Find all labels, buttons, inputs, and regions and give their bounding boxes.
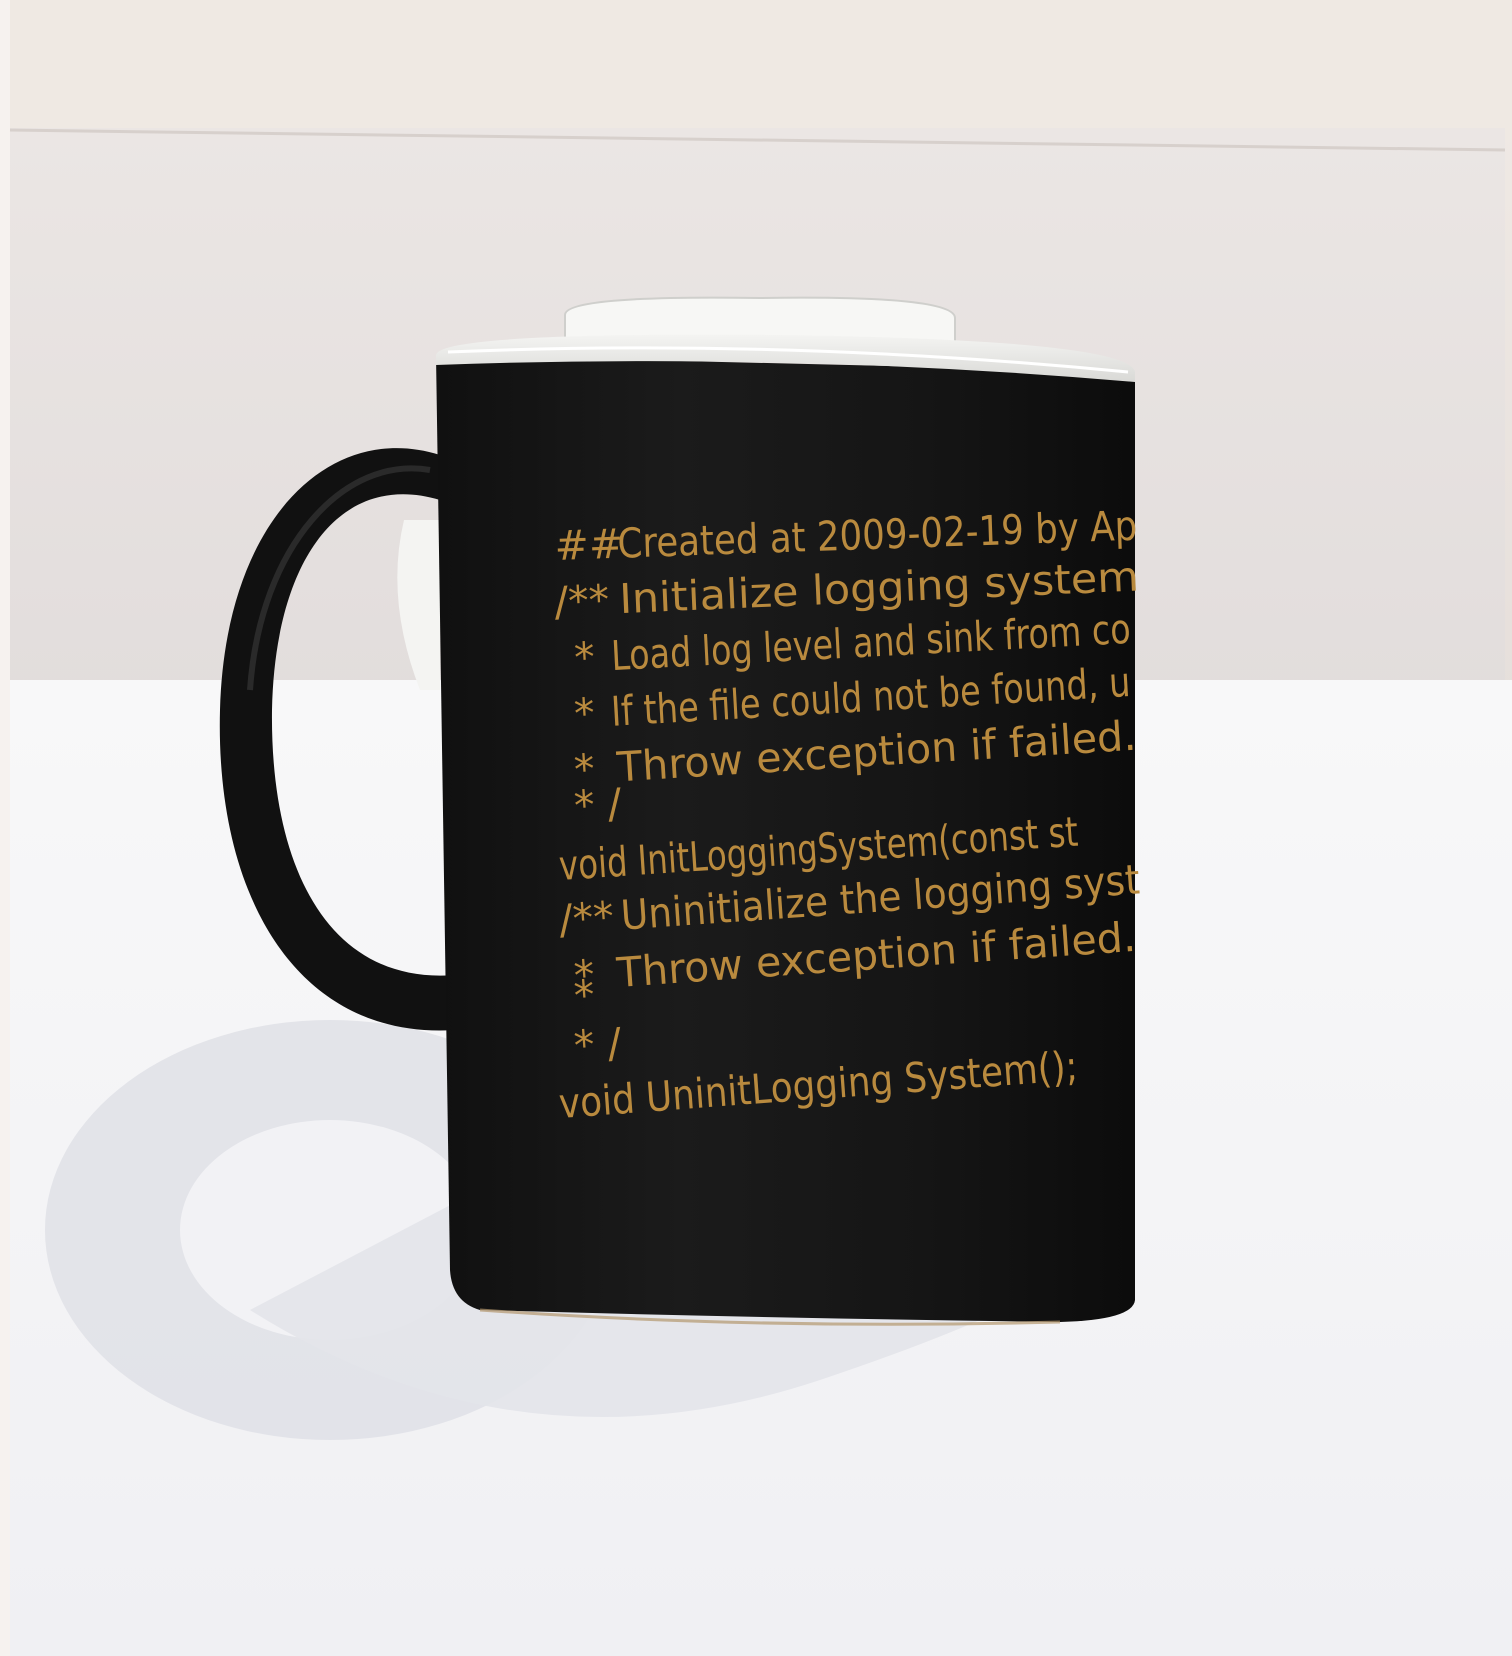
code-line: * / [573,779,623,830]
code-line: * / [572,1019,623,1070]
left-edge [0,0,10,1656]
code-gutter: * / [573,779,623,830]
code-gutter: * [573,689,596,738]
mug-photo: ##Created at 2009-02-19 by Ap/** Initiali… [0,0,1512,1656]
code-gutter: * [572,971,596,1020]
code-gutter: /** [553,576,610,626]
code-gutter: ## [554,520,624,570]
code-gutter: * / [572,1019,623,1070]
photo-scene: ## Created at 2009-02-19 by Ap/** Initiali… [0,0,1512,1656]
code-line: * [572,971,596,1020]
backdrop-top [0,0,1512,140]
code-gutter: * [573,633,596,682]
code-gutter: /** [557,892,615,944]
